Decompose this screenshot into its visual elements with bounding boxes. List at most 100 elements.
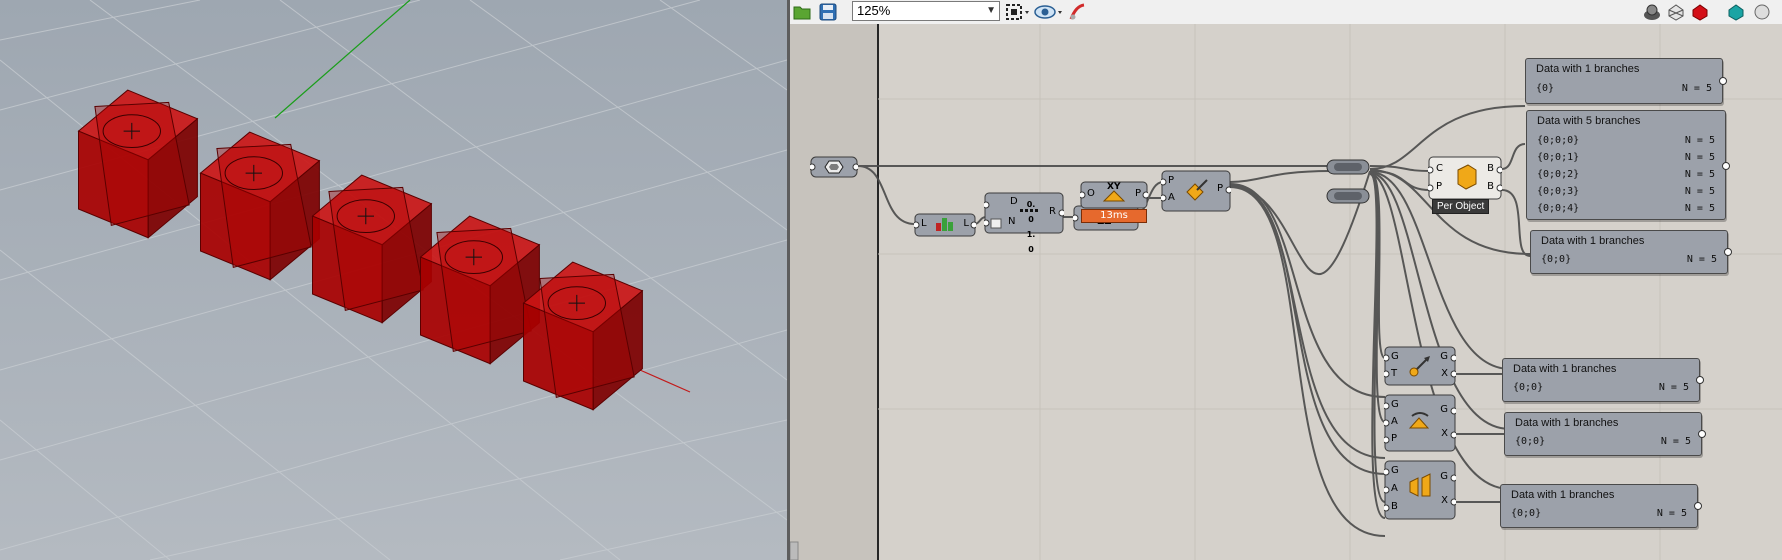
rotate-input-g: G [1391, 399, 1399, 410]
move-g-output-g: G [1440, 351, 1448, 362]
move-input-p: P [1168, 175, 1175, 186]
viewport-scene [0, 0, 787, 560]
preview-eye-icon[interactable] [1034, 2, 1064, 22]
panel-output-grip[interactable] [1719, 77, 1727, 85]
rotate-output-g: G [1440, 404, 1448, 415]
move-g-input-t: T [1391, 368, 1398, 379]
canvas-scroll-handle[interactable] [790, 541, 799, 560]
panel-count: N = 5 [1684, 169, 1715, 180]
panel-count: N = 5 [1660, 436, 1691, 447]
shaded-icon[interactable] [1690, 2, 1710, 22]
per-object-label: Per Object [1432, 199, 1490, 214]
zoom-level-value: 125% [857, 3, 891, 18]
solid-union-output-b2: B [1487, 181, 1494, 192]
panel-count: N = 5 [1684, 152, 1715, 163]
panel-path: {0;0} [1511, 508, 1542, 519]
panel-path: {0;0;0} [1537, 135, 1580, 146]
zoom-extents-icon[interactable] [1004, 2, 1030, 22]
panel-title: Data with 1 branches [1511, 489, 1615, 501]
mirror-component[interactable]: G A B G X [1384, 460, 1456, 520]
move-component[interactable]: P A P [1161, 170, 1231, 212]
mirror-output-x: X [1441, 495, 1448, 506]
series-icon-text: 0.0 1.0 [1026, 200, 1036, 254]
panel-path: {0;0;4} [1537, 203, 1580, 214]
solid-union-input-c: C [1436, 163, 1443, 174]
series-output-r: R [1049, 206, 1056, 217]
panel-output-grip[interactable] [1696, 376, 1704, 384]
construct-point-output-p: P [1134, 188, 1141, 199]
mirror-input-a: A [1391, 483, 1398, 494]
component-canvas[interactable]: L L D N 0.0 1.0 R N [790, 24, 1782, 560]
data-panel-1[interactable]: Data with 1 branches {0} N = 5 [1525, 58, 1727, 104]
rotate-input-a: A [1391, 416, 1398, 427]
panel-path: {0;0;1} [1537, 152, 1580, 163]
rhino-perspective-viewport[interactable] [0, 0, 787, 560]
panel-path: {0;0} [1513, 382, 1544, 393]
panel-title: Data with 1 branches [1536, 63, 1640, 75]
panel-count: N = 5 [1686, 254, 1717, 265]
relay-capsule-2[interactable] [1326, 188, 1370, 204]
extra-icon[interactable] [1752, 2, 1772, 22]
data-panel-4[interactable]: Data with 1 branches {0;0} N = 5 [1502, 358, 1704, 402]
rotate-output-x: X [1441, 428, 1448, 439]
zoom-level-combo[interactable]: 125% ▼ [852, 1, 1000, 21]
relay-capsule-1[interactable] [1326, 159, 1370, 175]
rotate-input-p: P [1391, 433, 1398, 444]
canvas-background [790, 24, 1782, 560]
data-panel-5[interactable]: Data with 1 branches {0;0} N = 5 [1504, 412, 1706, 456]
construct-point-input-o: O [1087, 188, 1095, 199]
panel-count: N = 5 [1684, 186, 1715, 197]
construct-point-icon-text: XY [1107, 182, 1121, 192]
panel-output-grip[interactable] [1724, 248, 1732, 256]
list-length-output: L [963, 218, 969, 229]
series-component[interactable]: D N 0.0 1.0 R [984, 192, 1064, 254]
panel-title: Data with 1 branches [1541, 235, 1645, 247]
panel-path: {0;0} [1541, 254, 1572, 265]
list-length-input: L [921, 218, 927, 229]
panel-count: N = 5 [1684, 203, 1715, 214]
series-input-d: D [1010, 196, 1018, 207]
geometry-param[interactable] [808, 156, 860, 178]
move-input-a: A [1168, 192, 1175, 203]
data-panel-2[interactable]: Data with 5 branches {0;0;0} N = 5 {0;0;… [1526, 110, 1730, 220]
panel-path: {0;0;2} [1537, 169, 1580, 180]
solid-union-component[interactable]: C P B B [1428, 156, 1502, 200]
canvas-toolbar: 125% ▼ [790, 0, 1782, 25]
list-length-component[interactable]: L L [914, 213, 976, 237]
solid-union-input-p: P [1436, 181, 1443, 192]
mirror-input-g: G [1391, 465, 1399, 476]
data-panel-6[interactable]: Data with 1 branches {0;0} N = 5 [1500, 484, 1702, 528]
panel-output-grip[interactable] [1694, 502, 1702, 510]
panel-output-grip[interactable] [1722, 162, 1730, 170]
chevron-down-icon: ▼ [986, 5, 996, 16]
rotate-component[interactable]: G A P G X [1384, 394, 1456, 452]
canvas-margin [790, 24, 878, 560]
panel-count: N = 5 [1656, 508, 1687, 519]
move-g-input-g: G [1391, 351, 1399, 362]
grasshopper-editor: 125% ▼ L L D N 0.0 1.0 R O XY P 13ms P A… [790, 0, 1782, 560]
construct-point-component[interactable]: O XY P 13ms [1080, 181, 1148, 225]
panel-title: Data with 5 branches [1537, 115, 1641, 127]
panel-count: N = 5 [1658, 382, 1689, 393]
series-input-n: N [1008, 216, 1016, 227]
panel-output-grip[interactable] [1698, 430, 1706, 438]
panel-count: N = 5 [1684, 135, 1715, 146]
panel-path: {0} [1536, 83, 1555, 94]
wireframe-icon[interactable] [1666, 2, 1686, 22]
move-geometry-component[interactable]: G T G X [1384, 346, 1456, 386]
solid-union-output-b1: B [1487, 163, 1494, 174]
sketch-icon[interactable] [1068, 2, 1088, 22]
move-output-p: P [1216, 183, 1223, 194]
panel-title: Data with 1 branches [1515, 417, 1619, 429]
move-g-output-x: X [1441, 368, 1448, 379]
open-file-icon[interactable] [792, 2, 812, 22]
mirror-output-g: G [1440, 471, 1448, 482]
data-panel-3[interactable]: Data with 1 branches {0;0} N = 5 [1530, 230, 1732, 274]
selected-icon[interactable] [1726, 2, 1746, 22]
profiler-badge: 13ms [1081, 209, 1147, 223]
save-file-icon[interactable] [818, 2, 838, 22]
panel-title: Data with 1 branches [1513, 363, 1617, 375]
panel-count: N = 5 [1681, 83, 1712, 94]
panel-path: {0;0} [1515, 436, 1546, 447]
preview-mode-icon[interactable] [1642, 2, 1662, 22]
